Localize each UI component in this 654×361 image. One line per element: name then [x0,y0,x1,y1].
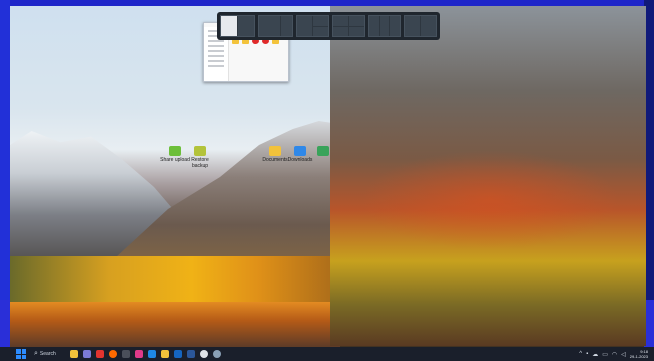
snap-zone[interactable] [379,16,390,36]
snap-zone[interactable] [281,16,292,36]
volume-icon[interactable]: ◁ [621,351,626,358]
chat-icon[interactable] [83,350,91,358]
app-pink-icon[interactable] [135,350,143,358]
battery-icon[interactable]: ▭ [602,351,608,358]
desktop-icon-restore-backup[interactable]: Restore backup [183,146,217,169]
cloud-icon[interactable]: ☁ [592,351,598,358]
taskbar: ⌕ Search ^ ▪ ☁ ▭ ◠ ◁ 9:18 29-1-2023 [0,347,654,361]
search-placeholder: Search [39,351,56,357]
snap-zone[interactable] [237,16,254,36]
snap-zone[interactable] [332,16,348,26]
snap-zone[interactable] [312,16,328,26]
snap-layout-half-half[interactable] [220,15,255,37]
file-explorer-icon[interactable] [70,350,78,358]
clock-date: 29-1-2023 [629,354,648,359]
app-orange-icon[interactable] [109,350,117,358]
snap-zone[interactable] [390,16,400,36]
snap-zone[interactable] [332,26,348,36]
snap-zone[interactable] [258,16,281,36]
snap-zone[interactable] [348,26,364,36]
search-icon: ⌕ [34,350,38,357]
app-red-icon[interactable] [96,350,104,358]
desktop-icon-app[interactable] [306,146,340,156]
wallpaper-lake [10,302,340,348]
blurred-window-glow [360,150,620,250]
app-tray-icon[interactable]: ▪ [586,351,588,357]
snap-zone[interactable] [420,16,436,36]
snap-layout-wide-narrow[interactable] [257,15,293,37]
folder-app-icon [169,146,181,156]
screen-frame-left [0,0,10,300]
word-icon[interactable] [187,350,195,358]
chrome-icon[interactable] [200,350,208,358]
folder-app-icon [194,146,206,156]
cloud-folder-icon [294,146,306,156]
mail-icon[interactable] [148,350,156,358]
chevron-up-icon[interactable]: ^ [579,351,582,357]
folder-icon [269,146,281,156]
folder-icon[interactable] [161,350,169,358]
taskbar-clock[interactable]: 9:18 29-1-2023 [630,349,648,359]
snap-zone[interactable] [368,16,379,36]
app-dark-icon[interactable] [122,350,130,358]
snap-zone[interactable] [221,16,237,36]
settings-icon[interactable] [213,350,221,358]
system-tray: ^ ▪ ☁ ▭ ◠ ◁ 9:18 29-1-2023 [579,347,648,361]
desktop-icon-label: Downloads [287,157,313,163]
taskbar-search[interactable]: ⌕ Search [34,350,60,358]
snap-zone[interactable] [404,16,420,36]
wifi-icon[interactable]: ◠ [612,351,617,358]
snap-layout-columns-2[interactable] [403,15,437,37]
snap-zone[interactable] [296,16,312,36]
snap-layouts-bar [217,12,440,40]
taskbar-pinned-apps [70,350,221,358]
snap-zone[interactable] [348,16,364,26]
snap-zone[interactable] [312,26,328,36]
snap-layout-quad[interactable] [331,15,365,37]
desktop-icon-label: Restore backup [191,157,209,169]
app-icon [317,146,329,156]
snap-layout-three-column[interactable] [295,15,329,37]
start-button[interactable] [16,349,26,359]
wallpaper-autumn-trees [10,256,340,304]
snap-layout-three-rows[interactable] [367,15,401,37]
store-icon[interactable] [174,350,182,358]
